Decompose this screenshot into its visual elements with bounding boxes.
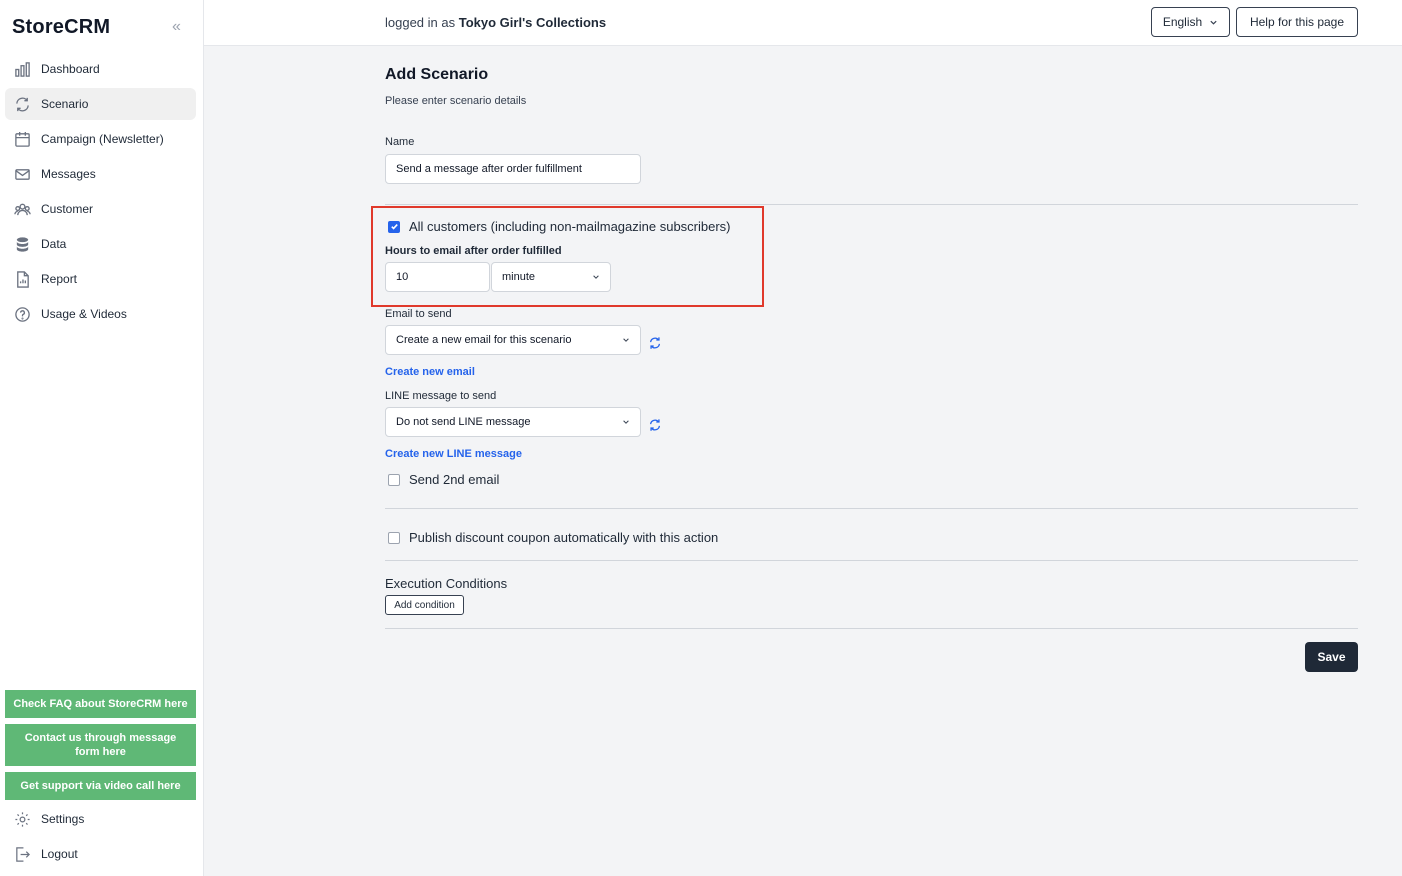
divider [385, 204, 1358, 205]
sidebar: StoreCRM « Dashboard Scenario Campaign (… [0, 0, 204, 876]
divider [385, 508, 1358, 509]
sidebar-item-label: Messages [41, 167, 96, 181]
sidebar-item-report[interactable]: Report [5, 263, 196, 295]
sidebar-item-label: Usage & Videos [41, 307, 127, 321]
sidebar-item-label: Data [41, 237, 67, 251]
execution-conditions-title: Execution Conditions [385, 576, 508, 591]
logout-link[interactable]: Logout [13, 845, 78, 863]
chevron-down-icon [623, 420, 629, 424]
create-line-link[interactable]: Create new LINE message [385, 448, 522, 460]
store-name: Tokyo Girl's Collections [458, 15, 607, 30]
coupon-checkbox[interactable] [388, 531, 400, 544]
sidebar-item-dashboard[interactable]: Dashboard [5, 53, 196, 85]
help-icon [13, 305, 31, 323]
line-select[interactable]: Do not send LINE message [385, 407, 641, 437]
sidebar-item-campaign[interactable]: Campaign (Newsletter) [5, 123, 196, 155]
logout-label: Logout [41, 847, 78, 861]
document-icon [13, 270, 31, 288]
create-email-link[interactable]: Create new email [385, 366, 475, 378]
refresh-icon [13, 95, 31, 113]
second-email-checkbox[interactable] [388, 473, 400, 486]
settings-label: Settings [41, 812, 85, 826]
hours-input[interactable]: 10 [385, 262, 490, 292]
divider [385, 628, 1358, 629]
all-customers-label: All customers (including non-mailmagazin… [409, 219, 731, 234]
unit-select[interactable]: minute [491, 262, 611, 292]
sidebar-item-label: Customer [41, 202, 94, 216]
coupon-row[interactable]: Publish discount coupon automatically wi… [388, 530, 718, 545]
name-input[interactable]: Send a message after order fulfillment [385, 154, 641, 184]
sidebar-item-label: Scenario [41, 97, 89, 111]
faq-button[interactable]: Check FAQ about StoreCRM here [5, 690, 196, 718]
top-bar: logged in as Tokyo Girl's Collections En… [204, 0, 1402, 46]
chevron-down-icon [593, 275, 599, 279]
line-value: Do not send LINE message [396, 416, 531, 428]
email-select[interactable]: Create a new email for this scenario [385, 325, 641, 355]
sidebar-item-label: Dashboard [41, 62, 100, 76]
language-label: English [1162, 15, 1203, 29]
add-condition-button[interactable]: Add condition [385, 595, 464, 615]
unit-value: minute [502, 271, 536, 283]
refresh-line-icon[interactable] [648, 418, 662, 432]
sidebar-item-usage-videos[interactable]: Usage & Videos [5, 298, 196, 330]
users-icon [13, 200, 31, 218]
email-value: Create a new email for this scenario [396, 334, 572, 346]
sidebar-item-scenario[interactable]: Scenario [5, 88, 196, 120]
page-title: Add Scenario [385, 66, 489, 83]
app-logo: StoreCRM [12, 16, 111, 38]
bar-chart-icon [13, 60, 31, 78]
contact-form-button[interactable]: Contact us through message form here [5, 724, 196, 766]
sidebar-item-customer[interactable]: Customer [5, 193, 196, 225]
hours-label: Hours to email after order fulfilled [385, 245, 562, 257]
sidebar-nav: Dashboard Scenario Campaign (Newsletter)… [5, 53, 196, 333]
second-email-row[interactable]: Send 2nd email [388, 472, 499, 487]
page-subtitle: Please enter scenario details [385, 95, 527, 107]
all-customers-row[interactable]: All customers (including non-mailmagazin… [388, 219, 731, 234]
sidebar-item-messages[interactable]: Messages [5, 158, 196, 190]
logged-in-prefix: logged in as [385, 15, 456, 30]
sidebar-item-label: Report [41, 272, 78, 286]
logged-in-text: logged in as Tokyo Girl's Collections [385, 15, 606, 30]
name-label: Name [385, 136, 415, 148]
calendar-icon [13, 130, 31, 148]
gear-icon [13, 810, 31, 828]
coupon-label: Publish discount coupon automatically wi… [409, 530, 719, 545]
save-button[interactable]: Save [1305, 642, 1358, 672]
line-label: LINE message to send [385, 390, 497, 402]
refresh-email-icon[interactable] [648, 336, 662, 350]
collapse-sidebar-icon[interactable]: « [172, 18, 181, 36]
language-select[interactable]: English [1151, 7, 1230, 37]
sidebar-item-label: Campaign (Newsletter) [41, 132, 164, 146]
video-support-button[interactable]: Get support via video call here [5, 772, 196, 800]
check-icon [390, 223, 398, 230]
help-button[interactable]: Help for this page [1236, 7, 1358, 37]
email-label: Email to send [385, 308, 452, 320]
chevron-down-icon [1210, 20, 1217, 25]
chevron-down-icon [623, 338, 629, 342]
divider [385, 560, 1358, 561]
database-icon [13, 235, 31, 253]
settings-link[interactable]: Settings [13, 810, 84, 828]
logout-icon [13, 845, 31, 863]
sidebar-item-data[interactable]: Data [5, 228, 196, 260]
second-email-label: Send 2nd email [409, 472, 500, 487]
all-customers-checkbox[interactable] [388, 220, 400, 233]
mail-icon [13, 165, 31, 183]
